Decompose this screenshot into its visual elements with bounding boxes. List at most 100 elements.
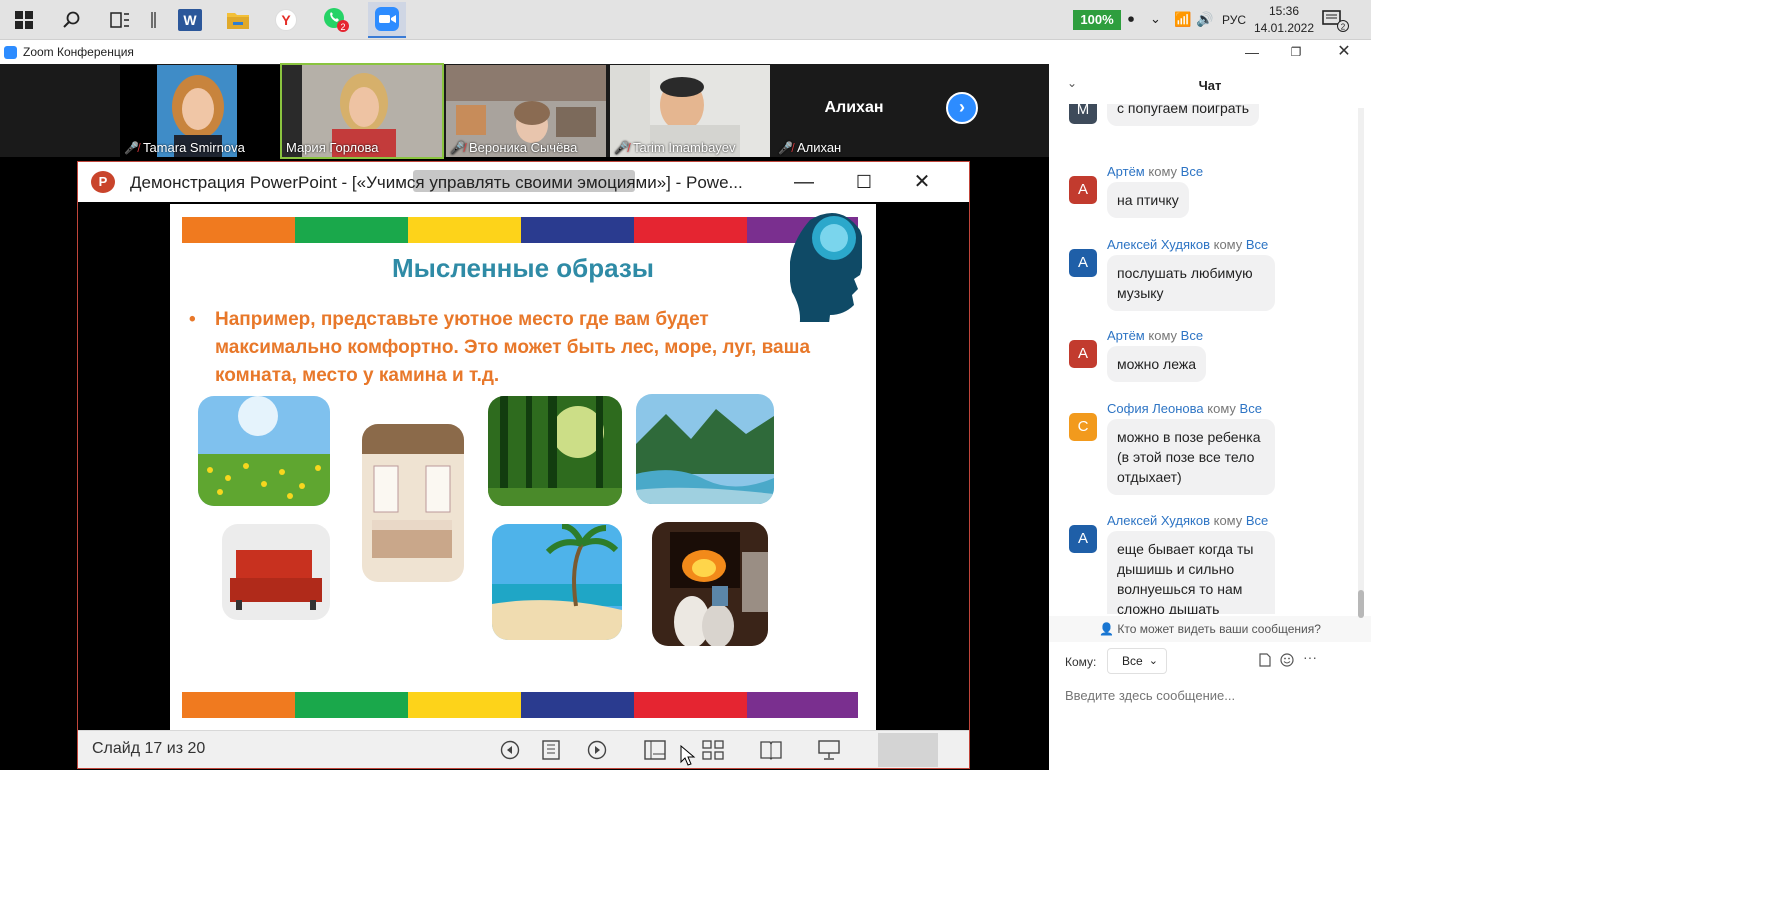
close-button[interactable]: ✕ bbox=[1324, 42, 1364, 62]
sender-name[interactable]: Алексей Худяков bbox=[1107, 237, 1210, 252]
fireplace-photo-icon bbox=[652, 522, 768, 646]
video-area: 🎤̸ Tamara Smirnova Мария Горлова 🎤̸ Веро… bbox=[0, 63, 1049, 770]
tropical-beach-photo-icon bbox=[492, 524, 622, 640]
minimize-button[interactable]: — bbox=[788, 168, 820, 196]
slide-title: Мысленные образы bbox=[392, 253, 654, 283]
message-meta: Алексей Худяков кому Все bbox=[1107, 237, 1269, 252]
emoji-icon[interactable] bbox=[1280, 653, 1294, 670]
participant-name: 🎤̸ Вероника Сычёва bbox=[450, 140, 578, 155]
who-can-see-messages-link[interactable]: 👤 Кто может видеть ваши сообщения? bbox=[1049, 616, 1371, 642]
chevron-down-icon: ⌄ bbox=[1148, 655, 1158, 667]
slideshow-view-icon[interactable] bbox=[818, 739, 840, 761]
participant-tile-active-speaker[interactable]: Мария Горлова bbox=[280, 63, 444, 159]
normal-view-icon[interactable] bbox=[644, 739, 666, 761]
mic-muted-icon: 🎤̸ bbox=[614, 140, 629, 155]
bedroom-photo-icon bbox=[362, 424, 464, 582]
language-indicator[interactable]: РУС bbox=[1222, 13, 1246, 27]
sender-name[interactable]: София Леонова bbox=[1107, 401, 1204, 416]
chat-title: Чат bbox=[1198, 78, 1222, 93]
reading-view-icon[interactable] bbox=[760, 739, 782, 761]
sender-name[interactable]: Артём bbox=[1107, 164, 1145, 179]
message-text: можно в позе ребенка (в этой позе все те… bbox=[1107, 419, 1275, 495]
zoom-window-title: Zoom Конференция bbox=[23, 45, 134, 59]
clock[interactable]: 15:36 14.01.2022 bbox=[1252, 3, 1316, 37]
chat-panel: ⌄ Чат М с попугаем поиграть Артём кому В… bbox=[1049, 64, 1371, 770]
bullet-icon: • bbox=[189, 309, 196, 330]
message-meta: Артём кому Все bbox=[1107, 328, 1204, 343]
participant-tile[interactable]: 🎤̸ Вероника Сычёва bbox=[446, 65, 606, 157]
powerpoint-title-bar: P Демонстрация PowerPoint - [«Учимся упр… bbox=[78, 162, 969, 202]
powerpoint-window-title: Демонстрация PowerPoint - [«Учимся управ… bbox=[130, 173, 743, 192]
message-text: на птичку bbox=[1107, 182, 1189, 218]
sender-name[interactable]: Алексей Худяков bbox=[1107, 513, 1210, 528]
chat-message-list[interactable]: М с попугаем поиграть Артём кому Все А н… bbox=[1049, 104, 1361, 614]
slide-menu-icon[interactable] bbox=[540, 739, 562, 761]
participant-tile-no-video[interactable]: Алихан 🎤̸ Алихан bbox=[774, 65, 934, 157]
zoom-title-bar: Zoom Конференция — ❐ ✕ bbox=[0, 40, 1371, 64]
separator-icon bbox=[140, 6, 168, 34]
network-icon[interactable]: 📶 bbox=[1174, 11, 1191, 28]
file-icon[interactable] bbox=[1259, 653, 1271, 670]
avatar: А bbox=[1069, 525, 1097, 553]
chat-message-input[interactable] bbox=[1065, 688, 1355, 703]
avatar: А bbox=[1069, 340, 1097, 368]
zoom-logo-icon bbox=[4, 46, 17, 59]
powerpoint-window: P Демонстрация PowerPoint - [«Учимся упр… bbox=[77, 161, 970, 769]
windows-start-icon[interactable] bbox=[10, 6, 38, 34]
more-options-icon[interactable]: ··· bbox=[1303, 649, 1317, 665]
volume-icon[interactable]: 🔊 bbox=[1196, 11, 1213, 28]
rainbow-bar-top bbox=[182, 217, 858, 243]
recipient-select[interactable]: Все ⌄ bbox=[1107, 648, 1167, 674]
rainbow-bar-bottom bbox=[182, 692, 858, 718]
chat-scrollbar-thumb[interactable] bbox=[1358, 590, 1364, 618]
chat-scrollbar[interactable] bbox=[1358, 108, 1364, 618]
windows-taskbar: W Y 2 100% ⏺ ⌄ 📶 🔊 РУС 15:36 14.01.2022 … bbox=[0, 0, 1371, 40]
previous-slide-icon[interactable] bbox=[499, 739, 521, 761]
word-icon[interactable]: W bbox=[176, 6, 204, 34]
mic-muted-icon: 🎤̸ bbox=[124, 140, 139, 155]
sender-name[interactable]: Артём bbox=[1107, 328, 1145, 343]
search-icon[interactable] bbox=[58, 6, 86, 34]
task-view-icon[interactable] bbox=[106, 6, 134, 34]
participant-tile[interactable]: 🎤̸ Tarim Imambayev bbox=[610, 65, 770, 157]
message-meta: София Леонова кому Все bbox=[1107, 401, 1262, 416]
meadow-photo-icon bbox=[198, 396, 330, 506]
slide-counter: Слайд 17 из 20 bbox=[92, 740, 206, 757]
avatar: А bbox=[1069, 176, 1097, 204]
participant-name-large: Алихан bbox=[824, 99, 884, 116]
participant-strip: 🎤̸ Tamara Smirnova Мария Горлова 🎤̸ Веро… bbox=[0, 63, 1049, 159]
mic-muted-icon: 🎤̸ bbox=[450, 140, 465, 155]
mountain-river-photo-icon bbox=[636, 394, 774, 504]
person-lock-icon: 👤 bbox=[1099, 622, 1115, 636]
slide-viewport: Мысленные образы • Например, представьте… bbox=[78, 202, 969, 730]
minimize-button[interactable]: — bbox=[1232, 42, 1272, 62]
message-text: с попугаем поиграть bbox=[1107, 104, 1259, 126]
participant-tile[interactable]: 🎤̸ Tamara Smirnova bbox=[120, 65, 280, 157]
close-button[interactable]: ✕ bbox=[906, 168, 938, 196]
yandex-browser-icon[interactable]: Y bbox=[272, 6, 300, 34]
zoom-taskbar-icon[interactable] bbox=[368, 2, 406, 38]
file-explorer-icon[interactable] bbox=[224, 6, 252, 34]
avatar: С bbox=[1069, 413, 1097, 441]
participant-name: 🎤̸ Tarim Imambayev bbox=[614, 140, 736, 155]
restore-button[interactable]: ❐ bbox=[1276, 42, 1316, 62]
next-page-arrow-icon[interactable]: › bbox=[946, 92, 978, 124]
message-meta: Алексей Худяков кому Все bbox=[1107, 513, 1269, 528]
tray-shield-icon[interactable]: ⏺ bbox=[1128, 12, 1134, 27]
powerpoint-logo-icon: P bbox=[91, 171, 115, 193]
participant-name: Мария Горлова bbox=[286, 140, 379, 155]
whatsapp-icon[interactable]: 2 bbox=[322, 6, 350, 34]
mouse-cursor-icon bbox=[680, 745, 696, 766]
participant-name: 🎤̸ Tamara Smirnova bbox=[124, 140, 245, 155]
next-slide-icon[interactable] bbox=[586, 739, 608, 761]
slideshow-view-active bbox=[878, 733, 938, 767]
message-text: можно лежа bbox=[1107, 346, 1206, 382]
message-text: еще бывает когда ты дышишь и сильно волн… bbox=[1107, 531, 1275, 614]
clock-time: 15:36 bbox=[1268, 4, 1300, 18]
svg-text:2: 2 bbox=[1341, 23, 1346, 32]
maximize-button[interactable]: ☐ bbox=[848, 168, 880, 196]
battery-indicator[interactable]: 100% bbox=[1073, 10, 1121, 30]
chevron-up-icon[interactable]: ⌄ bbox=[1150, 11, 1161, 27]
notifications-icon[interactable]: 2 bbox=[1322, 6, 1350, 34]
slide-sorter-icon[interactable] bbox=[702, 739, 724, 761]
